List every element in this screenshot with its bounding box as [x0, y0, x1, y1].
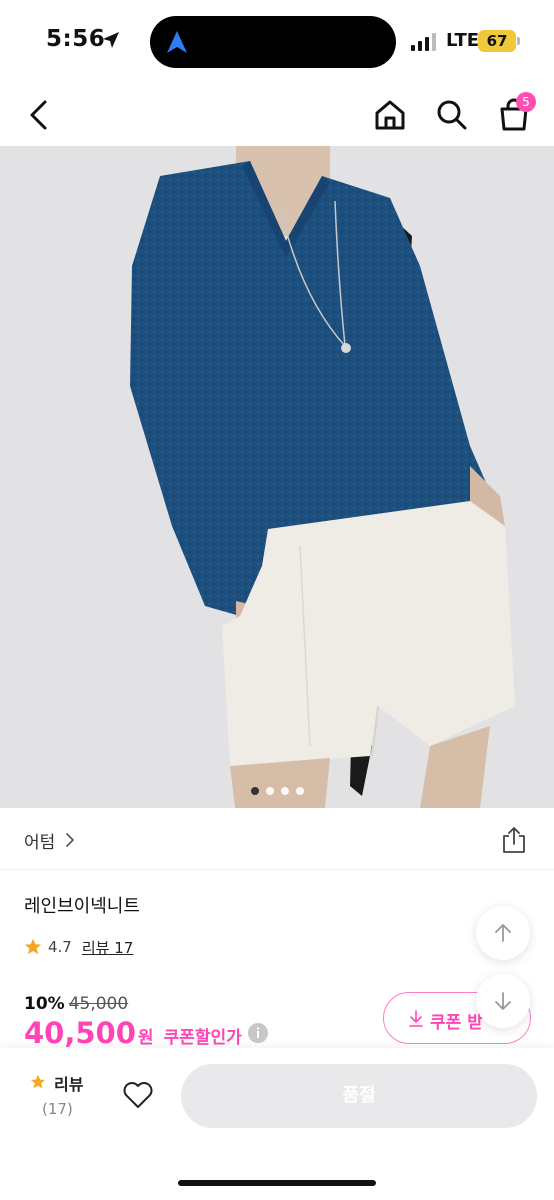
scroll-top-button[interactable] [476, 906, 530, 960]
star-icon [30, 1074, 46, 1089]
dynamic-island [150, 16, 396, 68]
home-indicator [178, 1180, 376, 1186]
home-icon[interactable] [372, 97, 408, 133]
pagination-dot[interactable] [296, 787, 304, 795]
navigation-icon [167, 31, 187, 53]
star-icon [24, 938, 42, 955]
pagination-dot[interactable] [251, 787, 259, 795]
scroll-down-button[interactable] [476, 974, 530, 1028]
arrow-up-icon [495, 924, 511, 942]
discount-row: 10% 45,000 [24, 994, 128, 1014]
product-title: 레인브이넥니트 [24, 896, 140, 917]
heart-icon[interactable] [122, 1080, 154, 1110]
bottom-action-bar: 리뷰 (17) 품절 [0, 1048, 554, 1200]
download-icon [409, 1010, 423, 1027]
battery-cap [517, 37, 520, 45]
signal-icon [411, 33, 436, 51]
cart-count-badge: 5 [516, 92, 536, 112]
product-image[interactable] [0, 146, 554, 808]
price-row: 40,500 원 쿠폰할인가 [24, 1016, 268, 1050]
sale-price: 40,500 [24, 1016, 136, 1050]
review-count: (17) [42, 1100, 73, 1118]
info-icon[interactable] [247, 1023, 268, 1043]
back-icon[interactable] [22, 97, 58, 133]
brand-name[interactable]: 어텀 [24, 828, 55, 853]
product-photo [130, 146, 515, 808]
battery-icon: 67 [478, 30, 516, 52]
coupon-button-label: 쿠폰 받 [430, 1013, 483, 1033]
arrow-down-icon [495, 992, 511, 1010]
currency-label: 원 [137, 1028, 154, 1048]
coupon-price-label: 쿠폰할인가 [163, 1028, 242, 1048]
rating-row: 4.7 리뷰 17 [24, 936, 133, 958]
brand-row[interactable]: 어텀 [0, 808, 554, 870]
pagination-dot[interactable] [281, 787, 289, 795]
soldout-button[interactable]: 품절 [181, 1064, 537, 1128]
rating-value: 4.7 [48, 938, 72, 956]
nav-bar [0, 84, 554, 146]
battery-level: 67 [486, 32, 508, 50]
pagination-dot[interactable] [266, 787, 274, 795]
soldout-label: 품절 [342, 1085, 376, 1106]
image-pagination [251, 787, 304, 795]
share-icon[interactable] [500, 826, 528, 854]
status-time: 5:56 [46, 26, 106, 52]
original-price: 45,000 [68, 994, 129, 1014]
status-bar: 5:56 LTE 67 [0, 0, 554, 84]
network-type: LTE [446, 30, 480, 51]
review-link[interactable]: 리뷰 17 [82, 937, 133, 958]
review-tab-label[interactable]: 리뷰 [54, 1071, 83, 1095]
chevron-right-icon [66, 833, 74, 847]
location-arrow-icon [103, 32, 119, 48]
search-icon[interactable] [434, 97, 470, 133]
discount-rate: 10% [24, 994, 65, 1014]
